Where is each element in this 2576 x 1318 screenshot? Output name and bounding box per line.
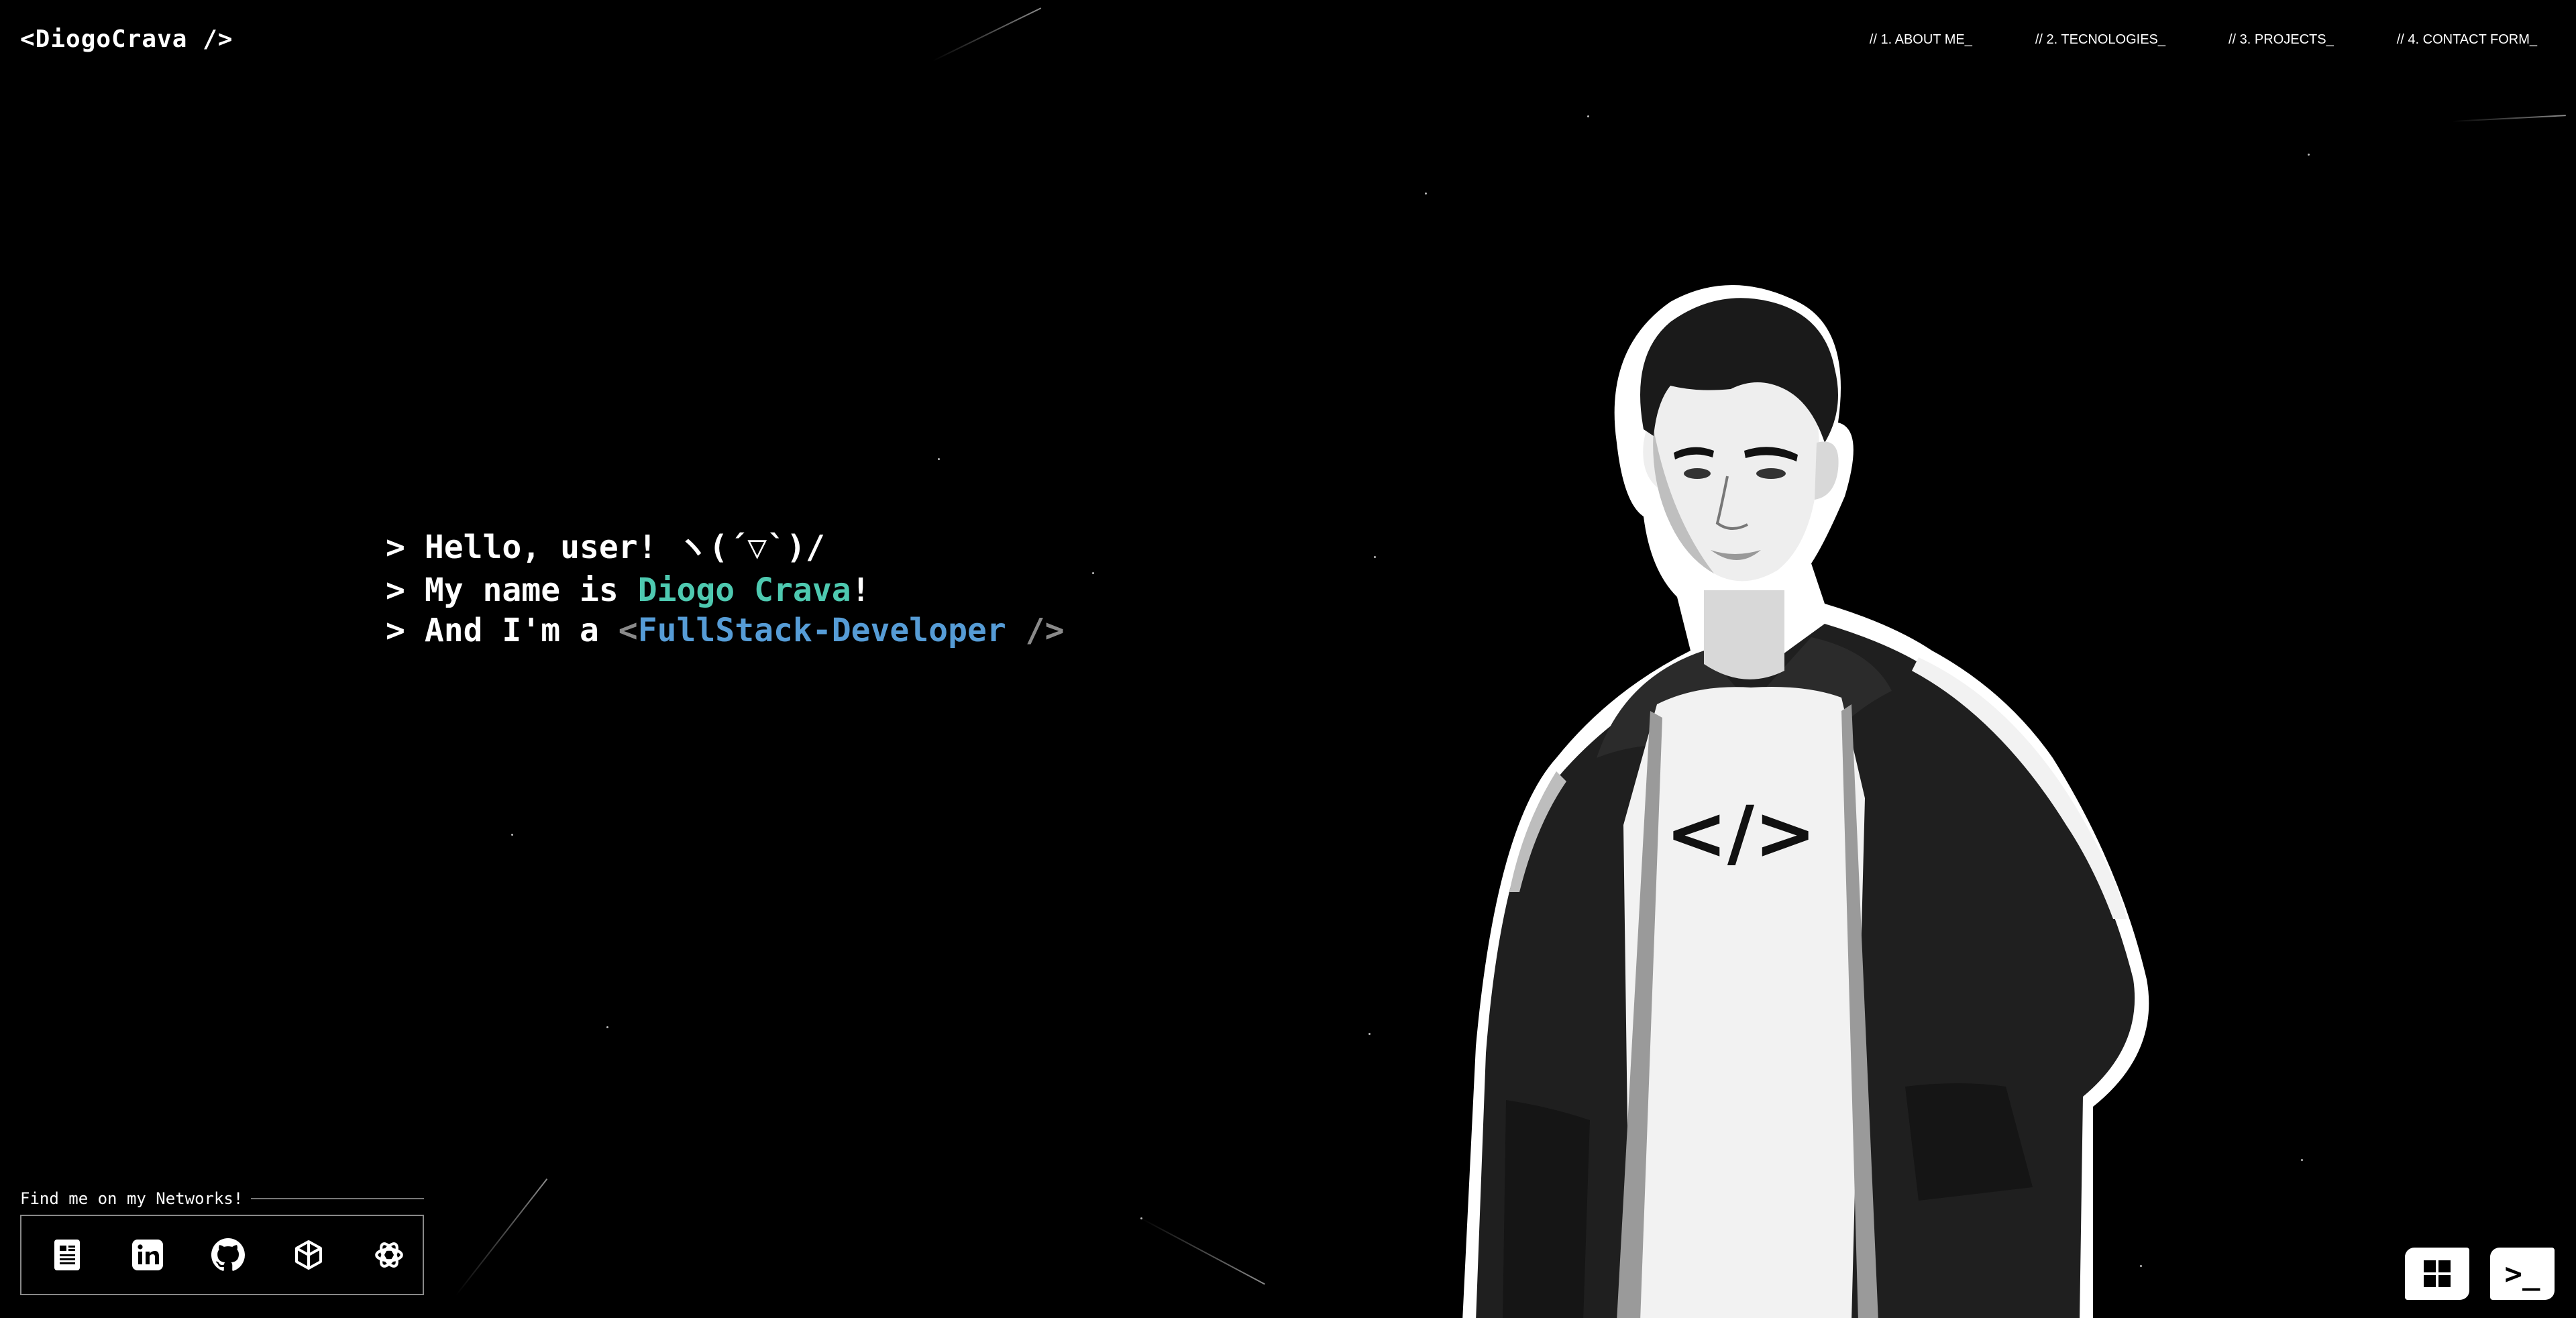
meteor-streak <box>932 7 1042 62</box>
prompt-symbol: > <box>386 571 405 609</box>
intro-line-greeting: > Hello, user! ヽ(´▽`)/ <box>386 527 1064 567</box>
star <box>1368 1033 1371 1035</box>
intro-line-name: > My name is Diogo Crava! <box>386 570 1064 610</box>
star <box>606 1026 608 1028</box>
resume-icon[interactable] <box>46 1233 89 1276</box>
nav-item-about-me[interactable]: // 1. ABOUT ME_ <box>1870 32 1972 48</box>
name-prefix: My name is <box>424 571 638 609</box>
social-networks-title: Find me on my Networks! <box>20 1189 244 1208</box>
prompt-symbol: > <box>386 612 405 649</box>
name-suffix: ! <box>851 571 871 609</box>
meteor-streak <box>455 1178 548 1296</box>
social-icons-box <box>20 1215 424 1295</box>
main-nav: // 1. ABOUT ME_ // 2. TECNOLOGIES_ // 3.… <box>1870 32 2537 48</box>
developer-portrait-illustration: </> <box>1462 285 2149 1318</box>
terminal-icon: >_ <box>2504 1256 2540 1291</box>
terminal-button[interactable]: >_ <box>2490 1248 2555 1300</box>
intro-text: > Hello, user! ヽ(´▽`)/ > My name is Diog… <box>386 527 1064 651</box>
site-logo[interactable]: <DiogoCrava /> <box>20 25 233 53</box>
starfield-background <box>0 0 2576 1318</box>
grid-view-button[interactable] <box>2405 1248 2469 1300</box>
github-icon[interactable] <box>207 1233 250 1276</box>
star <box>511 834 513 836</box>
tag-close: /> <box>1006 612 1065 649</box>
divider <box>251 1198 424 1199</box>
page: <DiogoCrava /> // 1. ABOUT ME_ // 2. TEC… <box>0 0 2576 1318</box>
social-networks-panel: Find me on my Networks! <box>20 1189 424 1295</box>
intro-line-role: > And I'm a <FullStack-Developer /> <box>386 610 1064 651</box>
neck <box>1704 590 1784 679</box>
meteor-streak <box>2451 115 2566 122</box>
nav-item-contact-form[interactable]: // 4. CONTACT FORM_ <box>2397 32 2537 48</box>
star <box>1425 193 1427 195</box>
social-networks-header: Find me on my Networks! <box>20 1189 424 1208</box>
tag-open: < <box>618 612 638 649</box>
grid-icon <box>2424 1260 2451 1287</box>
nav-item-technologies[interactable]: // 2. TECNOLOGIES_ <box>2035 32 2165 48</box>
greeting-text: Hello, user! ヽ(´▽`)/ <box>424 529 825 566</box>
star <box>2301 1159 2303 1161</box>
nav-item-projects[interactable]: // 3. PROJECTS_ <box>2229 32 2334 48</box>
star <box>1587 115 1589 117</box>
meteor-streak <box>1140 1217 1265 1285</box>
shirt-code-logo: </> <box>1666 790 1817 876</box>
prompt-symbol: > <box>386 529 405 566</box>
star <box>1092 572 1094 574</box>
eye <box>1756 468 1786 479</box>
eye <box>1684 468 1711 479</box>
openai-icon[interactable] <box>368 1233 411 1276</box>
role-prefix: And I'm a <box>424 612 619 649</box>
developer-role: FullStack-Developer <box>637 612 1006 649</box>
linkedin-icon[interactable] <box>126 1233 169 1276</box>
star <box>1374 556 1376 558</box>
cube-icon[interactable] <box>287 1233 330 1276</box>
star <box>938 458 940 460</box>
developer-name: Diogo Crava <box>637 571 851 609</box>
left-pocket <box>1503 1100 1590 1318</box>
star <box>2308 154 2310 156</box>
